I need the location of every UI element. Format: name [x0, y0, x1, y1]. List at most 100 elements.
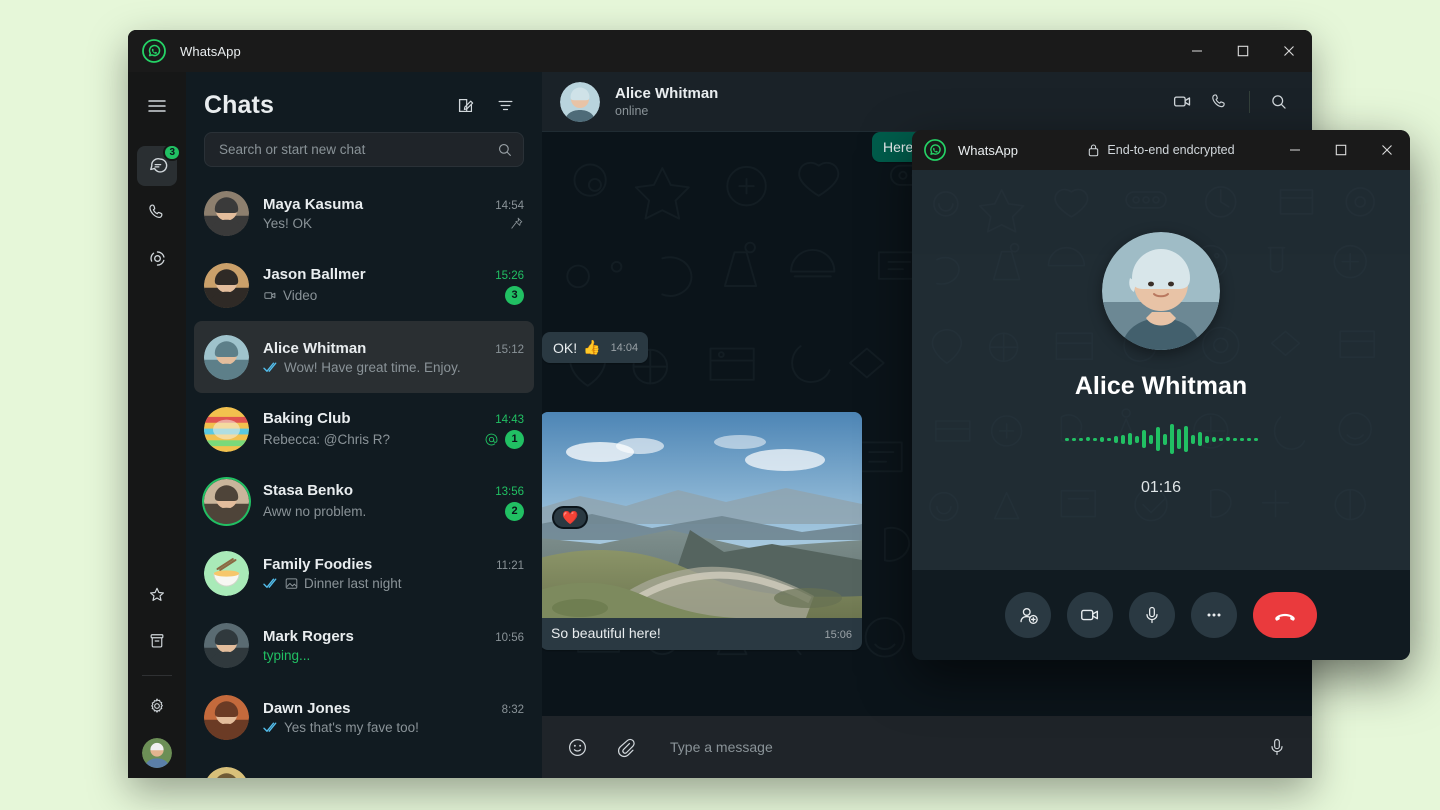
attach-paperclip-icon[interactable]: [608, 730, 642, 764]
avatar[interactable]: [204, 263, 249, 308]
add-person-icon[interactable]: [1005, 592, 1051, 638]
search-icon: [497, 142, 513, 158]
chat-item-top: Stasa Benko 13:56: [263, 482, 524, 499]
chat-item-top: Alice Whitman 15:12: [263, 340, 524, 357]
chat-timestamp: 13:56: [495, 486, 524, 498]
message-bubble-photo[interactable]: So beautiful here! 15:06: [542, 412, 862, 650]
more-horizontal-icon[interactable]: [1191, 592, 1237, 638]
chat-list[interactable]: Maya Kasuma 14:54 Yes! OK Jason Ballmer …: [186, 177, 542, 778]
call-controls: [912, 570, 1410, 660]
sidebar-item-calls[interactable]: [137, 192, 177, 232]
chat-item-content: Alice Whitman 15:12 Wow! Have great time…: [263, 340, 524, 375]
call-window-app-name: WhatsApp: [958, 143, 1018, 158]
chat-list-item[interactable]: Ziggy Woodley 8:12: [194, 753, 534, 778]
end-call-icon[interactable]: [1253, 592, 1317, 638]
search-in-chat-icon[interactable]: [1262, 85, 1296, 119]
chat-list-item[interactable]: Baking Club 14:43 Rebecca: @Chris R? 1: [194, 393, 534, 465]
avatar[interactable]: [204, 551, 249, 596]
whatsapp-logo-icon: [924, 139, 946, 161]
window-controls: [1174, 30, 1312, 72]
filter-icon[interactable]: [488, 88, 522, 122]
chat-list-item[interactable]: Dawn Jones 8:32 Yes that's my fave too!: [194, 681, 534, 753]
photo-attachment[interactable]: [542, 412, 862, 618]
close-button[interactable]: [1364, 130, 1410, 170]
voice-call-icon[interactable]: [1203, 85, 1237, 119]
chat-list-item[interactable]: Alice Whitman 15:12 Wow! Have great time…: [194, 321, 534, 393]
avatar[interactable]: [204, 335, 249, 380]
video-camera-icon[interactable]: [1067, 592, 1113, 638]
waveform-bar: [1254, 438, 1258, 441]
chat-preview-text: Video: [263, 288, 497, 303]
chat-item-content: Stasa Benko 13:56 Aww no problem. 2: [263, 482, 524, 521]
chat-list-item[interactable]: Maya Kasuma 14:54 Yes! OK: [194, 177, 534, 249]
call-contact-avatar: [1102, 232, 1220, 350]
microphone-icon[interactable]: [1129, 592, 1175, 638]
chat-item-content: Mark Rogers 10:56 typing...: [263, 628, 524, 663]
rail-divider: [142, 675, 172, 676]
chat-list-item[interactable]: Jason Ballmer 15:26 Video 3: [194, 249, 534, 321]
message-bubble-incoming-ok[interactable]: OK! 👍 14:04: [542, 332, 648, 363]
chat-contact-name: Maya Kasuma: [263, 196, 487, 213]
chat-item-top: Maya Kasuma 14:54: [263, 196, 524, 213]
waveform-bar: [1163, 434, 1167, 445]
emoji-icon[interactable]: [560, 730, 594, 764]
conversation-header: Alice Whitman online: [542, 72, 1312, 132]
chat-item-meta: 2: [505, 502, 524, 521]
compose-new-chat-icon[interactable]: [448, 88, 482, 122]
chat-list-header: Chats: [186, 72, 542, 132]
avatar[interactable]: [204, 407, 249, 452]
search-input[interactable]: Search or start new chat: [204, 132, 524, 167]
chat-preview-text: Wow! Have great time. Enjoy.: [263, 360, 516, 375]
waveform-bar: [1149, 435, 1153, 444]
chat-list-item[interactable]: Family Foodies 11:21 Dinner last night: [194, 537, 534, 609]
unread-count-badge: 3: [505, 286, 524, 305]
minimize-button[interactable]: [1174, 30, 1220, 72]
chat-contact-name: Baking Club: [263, 410, 487, 427]
settings-gear-icon[interactable]: [137, 686, 177, 726]
avatar[interactable]: [560, 82, 600, 122]
chat-list-item[interactable]: Mark Rogers 10:56 typing...: [194, 609, 534, 681]
starred-messages-icon[interactable]: [137, 575, 177, 615]
hamburger-menu-icon[interactable]: [137, 86, 177, 126]
minimize-button[interactable]: [1272, 130, 1318, 170]
avatar[interactable]: [204, 479, 249, 524]
waveform-bar: [1086, 437, 1090, 441]
chat-item-content: Family Foodies 11:21 Dinner last night: [263, 556, 524, 591]
chat-item-top: Jason Ballmer 15:26: [263, 266, 524, 283]
avatar[interactable]: [204, 767, 249, 779]
microphone-icon[interactable]: [1260, 730, 1294, 764]
chat-item-meta: 3: [505, 286, 524, 305]
search-wrapper: Search or start new chat: [186, 132, 542, 177]
sidebar-item-chats[interactable]: 3: [137, 146, 177, 186]
waveform-bar: [1107, 438, 1111, 441]
audio-waveform: [1065, 423, 1258, 455]
message-input[interactable]: Type a message: [656, 739, 1246, 755]
maximize-button[interactable]: [1318, 130, 1364, 170]
chat-timestamp: 10:56: [495, 632, 524, 644]
avatar[interactable]: [204, 623, 249, 668]
close-button[interactable]: [1266, 30, 1312, 72]
search-placeholder: Search or start new chat: [219, 142, 497, 157]
maximize-button[interactable]: [1220, 30, 1266, 72]
avatar[interactable]: [204, 695, 249, 740]
video-call-icon[interactable]: [1165, 85, 1199, 119]
chat-preview-text: Dinner last night: [263, 576, 516, 591]
message-reaction[interactable]: ❤️: [552, 506, 588, 529]
chat-list-item[interactable]: Stasa Benko 13:56 Aww no problem. 2: [194, 465, 534, 537]
header-divider: [1249, 91, 1250, 113]
waveform-bar: [1156, 427, 1160, 451]
waveform-bar: [1100, 437, 1104, 442]
chat-item-content: Jason Ballmer 15:26 Video 3: [263, 266, 524, 305]
waveform-bar: [1219, 438, 1223, 441]
chat-item-top: Mark Rogers 10:56: [263, 628, 524, 645]
sidebar-item-status[interactable]: [137, 238, 177, 278]
avatar[interactable]: [204, 191, 249, 236]
archived-chats-icon[interactable]: [137, 621, 177, 661]
double-check-icon: [263, 722, 279, 733]
waveform-bar: [1135, 436, 1139, 443]
profile-avatar[interactable]: [142, 738, 172, 768]
call-stage: Alice Whitman 01:16: [912, 170, 1410, 570]
message-text: OK!: [553, 340, 577, 356]
chat-preview-text: Yes that's my fave too!: [263, 720, 516, 735]
waveform-bar: [1184, 426, 1188, 452]
